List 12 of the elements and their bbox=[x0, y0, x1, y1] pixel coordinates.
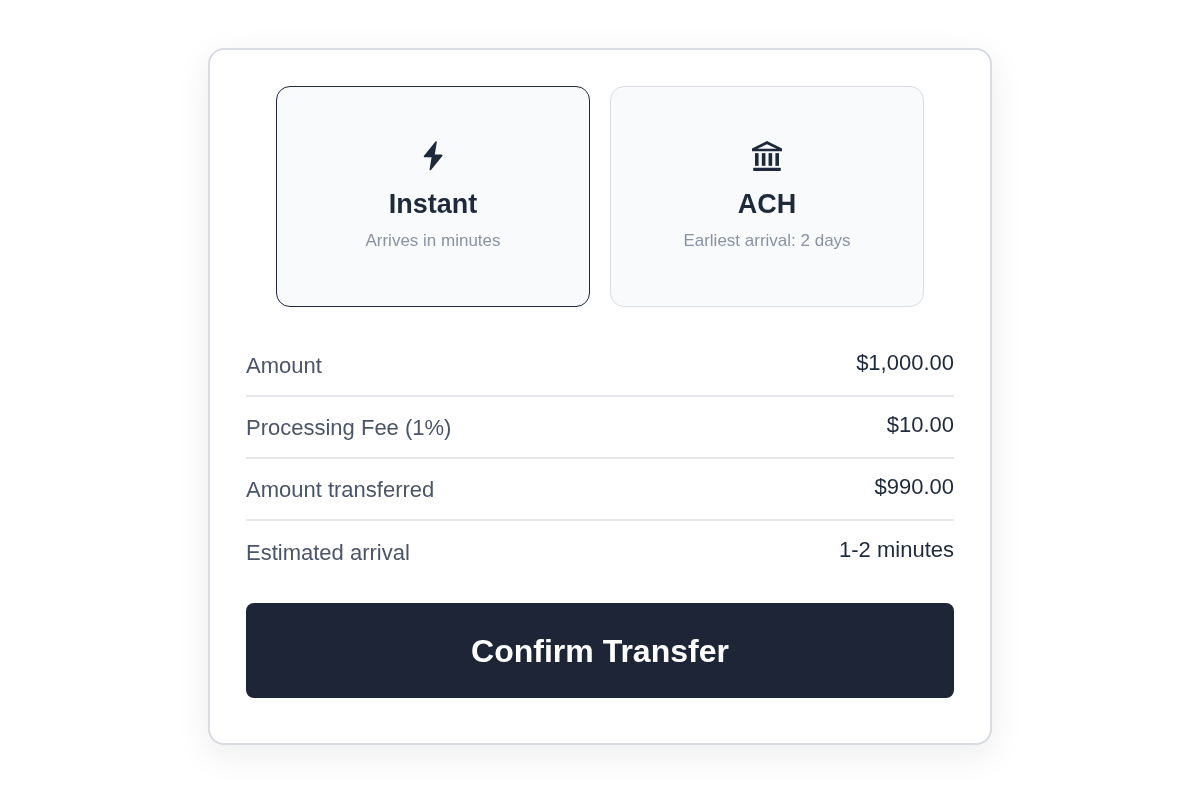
summary-value: $990.00 bbox=[874, 473, 954, 501]
summary-label: Amount transferred bbox=[246, 475, 435, 504]
bank-icon bbox=[752, 140, 782, 171]
summary-value: 1-2 minutes bbox=[839, 536, 954, 564]
summary-value: $1,000.00 bbox=[856, 349, 954, 377]
transfer-method-option[interactable]: ACH Earliest arrival: 2 days bbox=[610, 86, 924, 307]
summary-label: Amount bbox=[246, 351, 322, 380]
confirm-transfer-button[interactable]: Confirm Transfer bbox=[246, 603, 954, 698]
summary-label: Estimated arrival bbox=[246, 538, 410, 567]
transfer-method-option[interactable]: Instant Arrives in minutes bbox=[276, 86, 590, 307]
summary-value: $10.00 bbox=[886, 411, 954, 439]
summary-label: Processing Fee (1%) bbox=[246, 413, 452, 442]
